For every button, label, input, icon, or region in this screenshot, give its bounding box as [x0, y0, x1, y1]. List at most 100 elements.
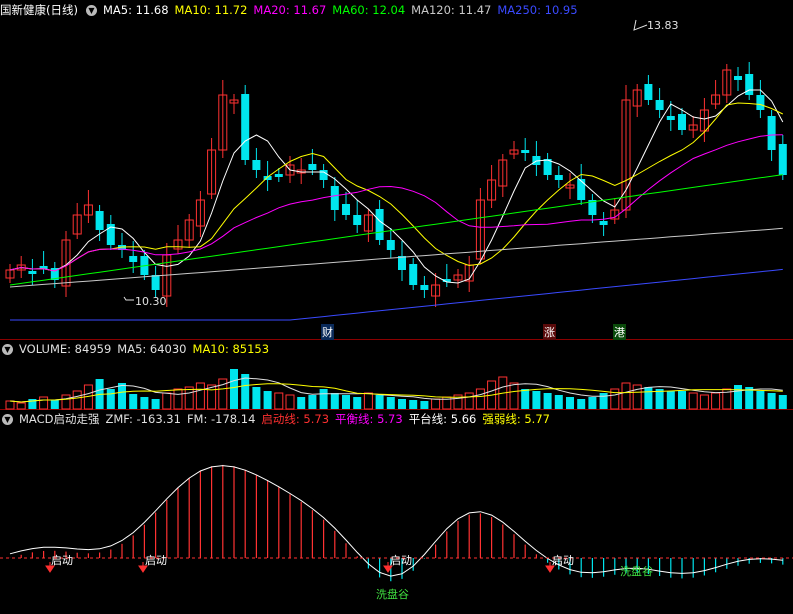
volume-bar-up — [162, 392, 172, 410]
candle-down — [756, 95, 765, 110]
volume-bar-up — [431, 398, 441, 410]
volume-bar-up — [699, 394, 709, 410]
low-arrow-icon — [123, 296, 134, 301]
candle-down — [577, 179, 586, 200]
candle-down — [778, 144, 787, 175]
volume-bar-down — [588, 397, 597, 409]
volume-bar-down — [543, 393, 552, 409]
volume-bar-up — [39, 396, 49, 410]
valley-label: 洗盘谷 — [620, 565, 653, 578]
volume-bar-down — [106, 389, 115, 409]
volume-bar-down — [778, 395, 787, 409]
start-signal-label: 启动 — [390, 554, 412, 567]
ma250-line — [10, 268, 783, 321]
volume-bar-down — [297, 397, 306, 409]
candle-down — [129, 256, 138, 262]
candle-down — [330, 186, 339, 210]
start-signal-label: 启动 — [51, 554, 73, 567]
volume-bar-up — [173, 388, 183, 410]
volume-bar-down — [554, 395, 563, 409]
volume-bar-down — [577, 399, 586, 409]
volume-bar-down — [263, 391, 272, 409]
candle-down — [398, 256, 406, 270]
high-price-label: 13.83 — [647, 19, 679, 32]
candle-down — [151, 275, 160, 290]
candle-down — [554, 175, 563, 180]
volume-bar-up — [475, 388, 485, 410]
candle-down — [767, 116, 776, 150]
volume-bar-down — [521, 389, 530, 409]
ma20-line — [9, 134, 783, 272]
volume-bar-up — [16, 402, 26, 410]
candle-down — [342, 204, 350, 215]
volume-bar-down — [319, 389, 328, 409]
volume-bar-down — [756, 391, 765, 409]
candle-down — [241, 94, 250, 160]
volume-bar-down — [678, 391, 686, 409]
volume-bar-up — [72, 390, 82, 410]
volume-bar-up — [184, 386, 194, 410]
volume-bar-up — [688, 392, 698, 410]
candle-down — [678, 114, 686, 130]
candle-down — [734, 76, 742, 80]
volume-bar-down — [353, 397, 362, 409]
candle-down — [521, 150, 530, 153]
volume-bar-up — [274, 392, 284, 410]
start-signal-label: 启动 — [552, 554, 574, 567]
start-signal-label: 启动 — [145, 554, 167, 567]
low-price-label: 10.30 — [135, 295, 167, 308]
volume-bar-down — [151, 399, 160, 409]
volume-bar-down — [767, 393, 776, 409]
candle-down — [308, 164, 317, 170]
volume-bar-down — [241, 374, 250, 409]
event-mark-finance[interactable]: 财 — [321, 324, 334, 340]
volume-bar-down — [409, 400, 418, 409]
ma60-line — [9, 174, 783, 286]
volume-bar-down — [129, 394, 138, 409]
event-mark-limit-up[interactable]: 涨 — [543, 324, 556, 340]
volume-bar-down — [398, 399, 406, 409]
candle-down — [375, 209, 384, 240]
ma120-line — [9, 227, 783, 288]
candle-down — [353, 215, 362, 225]
volume-bar-up — [5, 400, 15, 410]
candle-down — [386, 240, 395, 250]
volume-bar-down — [330, 393, 339, 409]
volume-bar-down — [50, 400, 59, 409]
event-mark-hk[interactable]: 港 — [613, 324, 626, 340]
volume-bar-up — [363, 392, 373, 410]
volume-bar-up — [621, 382, 631, 410]
valley-label: 洗盘谷 — [376, 588, 409, 601]
volume-bar-down — [644, 387, 653, 409]
kline-chart[interactable] — [0, 0, 793, 614]
volume-bar-down — [375, 395, 384, 409]
volume-bar-up — [61, 394, 71, 410]
candle-down — [655, 100, 664, 110]
volume-bar-down — [734, 385, 742, 409]
volume-bar-up — [711, 392, 721, 410]
candle-down — [252, 160, 261, 170]
candle-down — [644, 84, 653, 100]
candle-down — [95, 211, 104, 230]
candle-down — [274, 174, 283, 177]
volume-bar-down — [666, 391, 675, 409]
volume-bar-down — [140, 397, 149, 409]
volume-bar-down — [532, 391, 541, 409]
candle-down — [599, 221, 608, 225]
volume-bar-up — [464, 392, 474, 410]
high-arrow-icon — [633, 19, 648, 31]
volume-bar-down — [252, 387, 261, 409]
volume-bar-down — [420, 401, 429, 409]
volume-bar-down — [386, 397, 395, 409]
candle-down — [409, 264, 418, 285]
volume-bar-down — [566, 397, 574, 409]
candle-down — [28, 271, 37, 274]
volume-bar-up — [285, 394, 295, 410]
volume-bar-up — [509, 382, 519, 410]
candle-down — [666, 116, 675, 120]
volume-bar-down — [230, 369, 238, 409]
volume-bar-down — [342, 395, 350, 409]
candle-down — [420, 285, 429, 290]
volume-bar-up — [195, 382, 205, 410]
volume-bar-down — [308, 395, 317, 409]
